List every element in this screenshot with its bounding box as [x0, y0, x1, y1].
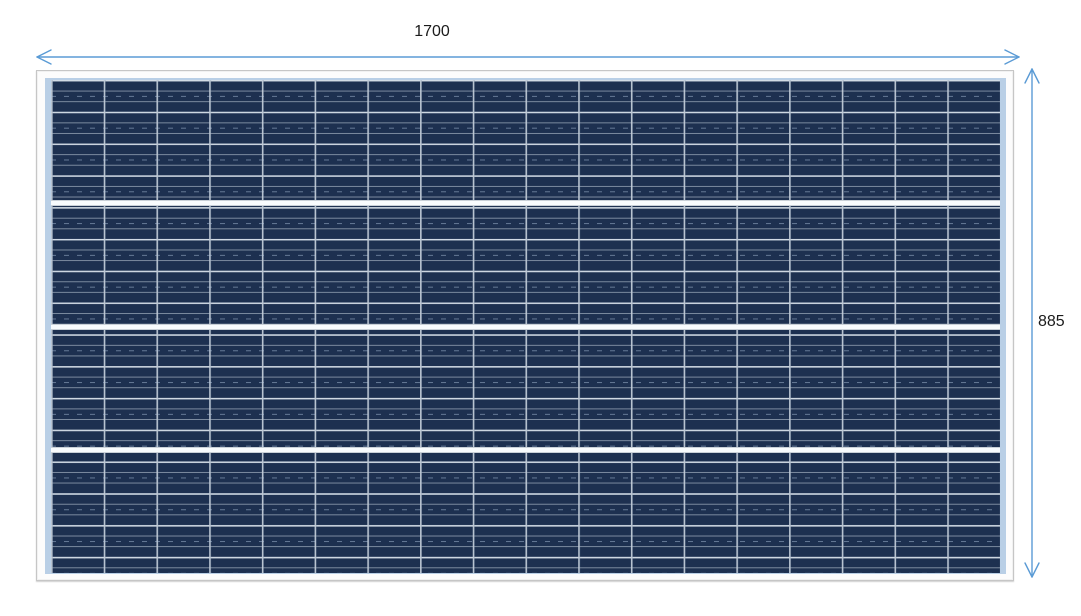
horizontal-dimension-arrow-icon [36, 49, 1020, 65]
cell-row-separator [51, 323, 1000, 330]
cell-row-separator [51, 446, 1000, 453]
cell-row-separator [51, 200, 1000, 207]
dimension-height-label: 885 [1038, 313, 1065, 330]
panel-glass-edge [45, 78, 1006, 574]
dimension-width-label: 1700 [414, 23, 450, 40]
solar-panel-frame [36, 70, 1014, 581]
cell-grid [51, 80, 1000, 573]
diagram-canvas: 1700 885 [0, 0, 1081, 616]
